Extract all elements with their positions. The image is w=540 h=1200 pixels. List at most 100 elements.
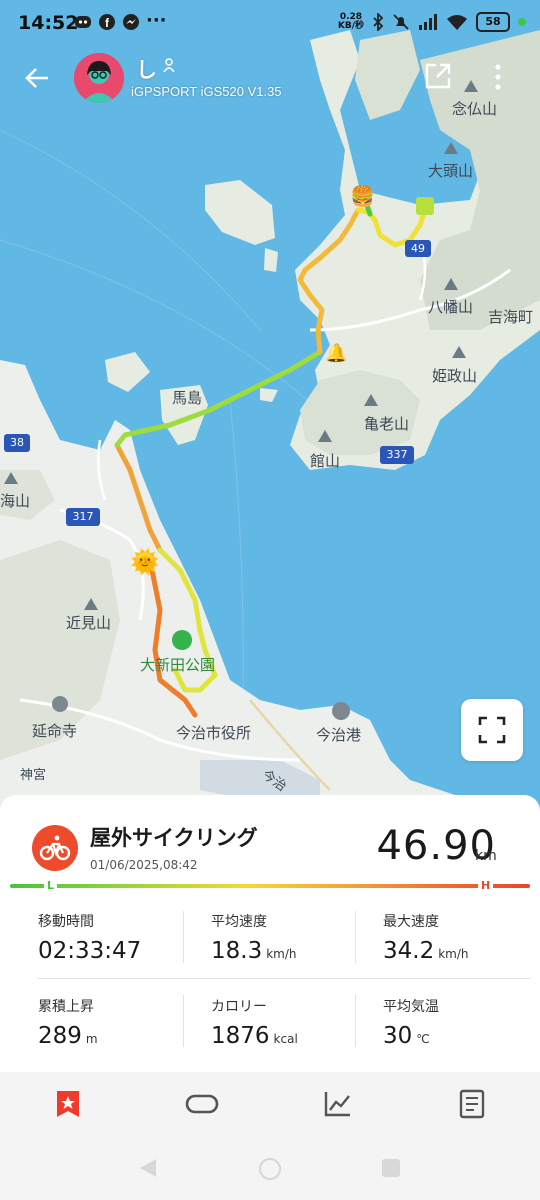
bottom-tab-bar xyxy=(0,1072,540,1136)
map-label-daito: 大頭山 xyxy=(428,162,474,180)
mountain-icon xyxy=(84,598,98,610)
mountain-icon xyxy=(318,430,332,442)
stat-label: 平均速度 xyxy=(211,914,267,930)
gift-marker-icon xyxy=(416,197,434,215)
route-shield-49: 49 xyxy=(405,240,431,257)
stat-value: 18.3 km/h xyxy=(211,938,297,964)
stat-label: 移動時間 xyxy=(38,914,94,930)
activity-datetime: 01/06/2025,08:42 xyxy=(90,858,198,872)
temple-icon xyxy=(52,696,68,712)
route-shield-317: 317 xyxy=(66,508,100,526)
sun-marker-icon: 🌞 xyxy=(130,548,160,576)
map-label-chikami: 近見山 xyxy=(66,614,112,632)
distance-unit: km xyxy=(475,848,497,864)
stat-avg-speed: 平均速度 18.3 km/h xyxy=(211,911,297,964)
star-bookmark-icon xyxy=(57,1091,79,1117)
route-shield-337: 337 xyxy=(380,446,414,464)
map-label-uma: 馬島 xyxy=(172,389,203,407)
fullscreen-icon xyxy=(478,716,506,744)
divider xyxy=(355,911,356,963)
more-options-button[interactable] xyxy=(490,62,506,92)
messenger-icon xyxy=(123,14,139,30)
cycling-badge xyxy=(32,825,78,871)
signal-icon xyxy=(419,14,437,30)
bicycle-icon xyxy=(39,835,71,861)
stat-label: 最大速度 xyxy=(383,914,439,930)
map-label-yoshiumi: 吉海町 xyxy=(488,308,534,326)
intensity-high-label: H xyxy=(478,879,494,892)
map-canvas xyxy=(0,0,540,830)
network-speed: 0.28 KB/秒 xyxy=(337,12,364,31)
divider xyxy=(355,995,356,1047)
stat-moving-time: 移動時間 02:33:47 xyxy=(38,911,145,964)
loop-icon xyxy=(185,1094,219,1114)
divider xyxy=(183,995,184,1047)
stat-label: カロリー xyxy=(211,999,267,1015)
map-label-port: 今治港 xyxy=(316,726,362,744)
status-bar: 14:52 f ··· 0.28 KB/秒 58 xyxy=(0,0,540,48)
stat-value: 02:33:47 xyxy=(38,938,142,964)
stat-max-speed: 最大速度 34.2 km/h xyxy=(383,911,469,964)
system-navigation-bar xyxy=(0,1136,540,1200)
mountain-icon xyxy=(444,278,458,290)
wifi-icon xyxy=(447,15,467,30)
fullscreen-button[interactable] xyxy=(461,699,523,761)
tab-loop[interactable] xyxy=(182,1084,222,1124)
bluetooth-icon xyxy=(373,13,384,31)
stat-elevation-gain: 累積上昇 289 m xyxy=(38,996,98,1049)
back-button[interactable] xyxy=(22,62,54,94)
divider xyxy=(38,978,530,979)
avatar-illustration xyxy=(74,53,124,103)
intensity-bar xyxy=(10,884,530,888)
home-circle-icon[interactable] xyxy=(258,1157,282,1181)
active-dot-icon xyxy=(518,18,526,26)
chart-icon xyxy=(324,1092,350,1117)
stat-label: 累積上昇 xyxy=(38,999,94,1015)
map-label-umi: 海山 xyxy=(0,492,31,510)
stat-value: 289 m xyxy=(38,1023,98,1049)
recents-square-icon[interactable] xyxy=(380,1157,402,1179)
divider xyxy=(183,911,184,963)
document-icon xyxy=(459,1089,485,1119)
battery-indicator: 58 xyxy=(476,12,510,32)
burger-marker-icon: 🍔 xyxy=(350,184,375,208)
port-icon xyxy=(332,702,350,720)
tab-bookmark[interactable] xyxy=(48,1084,88,1124)
header: し iGPSPORT iGS520 V1.35 xyxy=(0,48,540,112)
status-time: 14:52 xyxy=(18,12,79,34)
discord-icon xyxy=(75,16,91,28)
stat-calories: カロリー 1876 kcal xyxy=(211,996,298,1049)
mountain-icon xyxy=(4,472,18,484)
map-label-enmei: 延命寺 xyxy=(32,722,78,740)
mountain-icon xyxy=(452,346,466,358)
map-label-park: 大新田公園 xyxy=(140,656,216,674)
stat-value: 34.2 km/h xyxy=(383,938,469,964)
map-label-hachiman: 八幡山 xyxy=(428,298,474,316)
mountain-icon xyxy=(444,142,458,154)
status-more-icon: ··· xyxy=(146,10,167,31)
device-label: iGPSPORT iGS520 V1.35 xyxy=(131,84,282,99)
share-button[interactable] xyxy=(424,62,452,90)
stat-value: 30 ℃ xyxy=(383,1023,430,1049)
avatar[interactable] xyxy=(74,53,124,103)
stat-label: 平均気温 xyxy=(383,999,439,1015)
back-triangle-icon[interactable] xyxy=(138,1157,158,1179)
tab-chart[interactable] xyxy=(318,1084,358,1124)
map-label-himemasa: 姫政山 xyxy=(432,367,478,385)
park-icon xyxy=(172,630,192,650)
stat-value: 1876 kcal xyxy=(211,1023,298,1049)
user-name: し xyxy=(136,58,157,82)
map-label-city-hall: 今治市役所 xyxy=(176,724,252,742)
person-icon xyxy=(163,58,175,72)
route-shield-38: 38 xyxy=(4,434,30,452)
map-label-tate: 館山 xyxy=(310,452,341,470)
tab-details[interactable] xyxy=(452,1084,492,1124)
intensity-low-label: L xyxy=(44,879,58,892)
facebook-icon: f xyxy=(99,14,115,30)
mountain-icon xyxy=(364,394,378,406)
map-label-jingu: 神宮 xyxy=(20,768,47,783)
bell-marker-icon: 🔔 xyxy=(325,343,348,364)
activity-title: 屋外サイクリング xyxy=(90,826,258,850)
activity-summary-card: 屋外サイクリング 01/06/2025,08:42 46.90 km L H 移… xyxy=(0,795,540,1065)
route-map[interactable]: 🍔 🔔 🌞 49 337 38 317 念仏山 大頭山 八幡山 吉海町 姫政山 … xyxy=(0,0,540,830)
